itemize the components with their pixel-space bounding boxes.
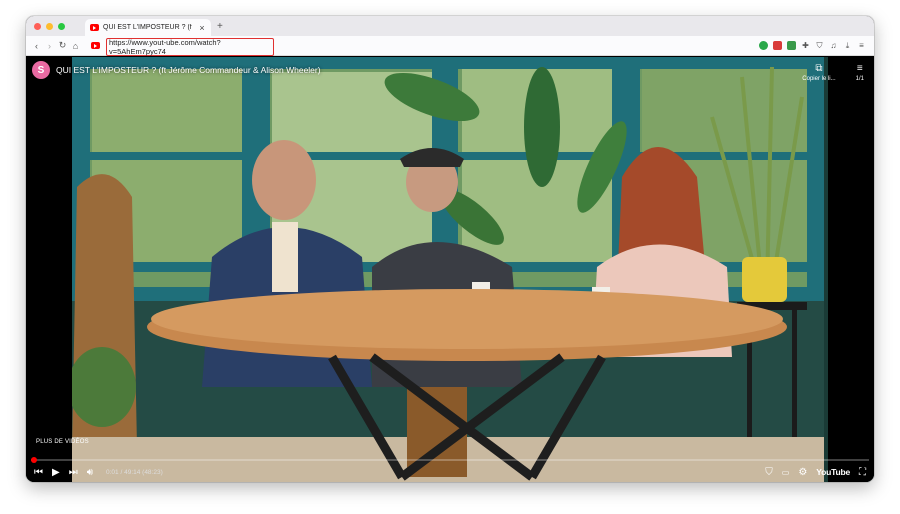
download-icon[interactable]: ⤓ xyxy=(843,41,852,50)
letterbox-right xyxy=(828,57,874,482)
youtube-logo[interactable]: YouTube xyxy=(816,467,850,477)
previous-icon[interactable]: ⏮ xyxy=(34,467,43,478)
home-icon[interactable]: ⌂ xyxy=(69,41,82,51)
address-bar[interactable]: https://www.yout-ube.com/watch?v=5AhEm7p… xyxy=(106,38,274,56)
playlist-button[interactable]: ≡ 1/1 xyxy=(856,63,864,82)
back-icon[interactable]: ‹ xyxy=(30,41,43,51)
forward-icon[interactable]: › xyxy=(43,41,56,51)
letterbox-left xyxy=(26,57,72,482)
video-title-row: S QUI EST L'IMPOSTEUR ? (ft Jérôme Comma… xyxy=(32,61,321,79)
extensions-area: ✚ ⛉ ♫ ⤓ ≡ xyxy=(759,40,866,51)
video-player[interactable]: S QUI EST L'IMPOSTEUR ? (ft Jérôme Comma… xyxy=(26,57,874,482)
reload-icon[interactable]: ↻ xyxy=(56,40,69,51)
copy-icon: ⧉ xyxy=(815,63,823,74)
video-title[interactable]: QUI EST L'IMPOSTEUR ? (ft Jérôme Command… xyxy=(56,65,321,75)
video-top-actions: ⧉ Copier le li... ≡ 1/1 xyxy=(802,63,864,82)
playlist-count: 1/1 xyxy=(855,76,864,82)
music-icon[interactable]: ♫ xyxy=(829,41,838,50)
fullscreen-icon[interactable]: ⛶ xyxy=(859,467,866,478)
maximize-window-button[interactable] xyxy=(58,22,65,30)
close-window-button[interactable] xyxy=(34,22,41,30)
time-display: 0:01 / 49:14 (48:23) xyxy=(106,468,163,476)
new-tab-button[interactable]: + xyxy=(217,21,223,32)
tab-title: QUI EST L'IMPOSTEUR ? (f xyxy=(103,24,192,31)
subtitles-icon[interactable]: ▭ xyxy=(782,468,790,477)
more-videos-label[interactable]: PLUS DE VIDÉOS xyxy=(36,439,89,445)
settings-icon[interactable]: ⚙ xyxy=(798,467,807,478)
tab-close-icon[interactable]: × xyxy=(198,23,206,33)
youtube-favicon-icon xyxy=(90,24,99,31)
volume-icon[interactable]: 🔊︎ xyxy=(87,467,93,478)
puzzle-icon[interactable]: ✚ xyxy=(801,41,810,50)
player-controls: ⏮ ▶ ⏭ 🔊︎ 0:01 / 49:14 (48:23) ⛉ ▭ ⚙ YouT… xyxy=(26,462,874,482)
playlist-icon: ≡ xyxy=(856,63,863,74)
player-right-controls: ⛉ ▭ ⚙ YouTube ⛶ xyxy=(765,467,866,478)
tab-youtube[interactable]: QUI EST L'IMPOSTEUR ? (f × xyxy=(85,19,211,36)
shield-badge-icon[interactable]: ⛉ xyxy=(765,467,773,478)
extension-red-icon[interactable] xyxy=(773,41,782,50)
site-favicon-icon xyxy=(91,42,100,49)
video-frame xyxy=(72,57,824,482)
window-controls xyxy=(34,22,65,30)
extension-green-arrow-icon[interactable] xyxy=(787,41,796,50)
copy-link-button[interactable]: ⧉ Copier le li... xyxy=(802,63,835,82)
tab-bar: QUI EST L'IMPOSTEUR ? (f × + xyxy=(26,16,874,36)
url-text: https://www.yout-ube.com/watch?v=5AhEm7p… xyxy=(109,38,221,56)
channel-avatar[interactable]: S xyxy=(32,61,50,79)
progress-bar[interactable] xyxy=(31,457,869,463)
play-icon[interactable]: ▶ xyxy=(52,467,60,478)
navigation-toolbar: ‹ › ↻ ⌂ https://www.yout-ube.com/watch?v… xyxy=(26,36,874,56)
next-icon[interactable]: ⏭ xyxy=(69,467,78,478)
browser-window: QUI EST L'IMPOSTEUR ? (f × + ‹ › ↻ ⌂ htt… xyxy=(26,16,874,482)
extension-green-icon[interactable] xyxy=(759,41,768,50)
shield-icon[interactable]: ⛉ xyxy=(815,41,824,50)
minimize-window-button[interactable] xyxy=(46,22,53,30)
copy-link-label: Copier le li... xyxy=(802,76,836,82)
menu-icon[interactable]: ≡ xyxy=(857,41,866,50)
